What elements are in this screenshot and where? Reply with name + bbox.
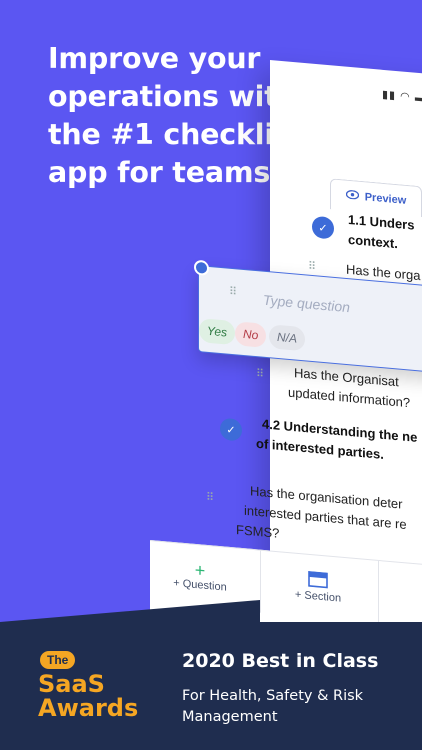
question-text-cont: FSMS? [236, 522, 280, 541]
app-store-screenshot: Improve your operations with the #1 chec… [0, 0, 422, 750]
response-yes[interactable]: Yes [199, 318, 236, 346]
question-input[interactable]: Type question [263, 292, 350, 316]
award-badge-the: The [40, 651, 76, 669]
award-badge-line2: Awards [38, 694, 139, 722]
toolbar-divider [260, 550, 261, 613]
award-badge-logo: SaaS Awards [38, 672, 138, 720]
toolbar-divider [378, 560, 379, 624]
eye-icon [345, 190, 359, 203]
add-section-button[interactable]: + Section [268, 551, 368, 622]
section-title-cont: context. [348, 231, 398, 252]
award-subtitle: For Health, Safety & Risk Management [182, 688, 364, 725]
status-bar-icons: ▮▮ ◠ ▬ [382, 88, 422, 105]
section-icon [308, 570, 328, 591]
response-no[interactable]: No [235, 321, 267, 348]
add-section-label: + Section [294, 588, 342, 605]
band-diagonal [0, 600, 260, 622]
response-na[interactable]: N/A [269, 324, 306, 352]
award-badge-line1: SaaS [38, 670, 105, 698]
add-question-label: + Question [173, 577, 227, 594]
plus-icon: + [194, 559, 206, 581]
drag-handle-icon[interactable]: ⠿ [229, 286, 241, 304]
drag-handle-icon[interactable]: ⠿ [206, 491, 218, 509]
drag-handle-icon[interactable]: ⠿ [256, 368, 268, 386]
section-check-icon[interactable]: ✓ [220, 417, 242, 442]
section-check-icon[interactable]: ✓ [312, 215, 334, 240]
selection-dot [194, 259, 209, 276]
award-title: 2020 Best in Class [182, 650, 379, 672]
preview-label: Preview [364, 191, 407, 207]
